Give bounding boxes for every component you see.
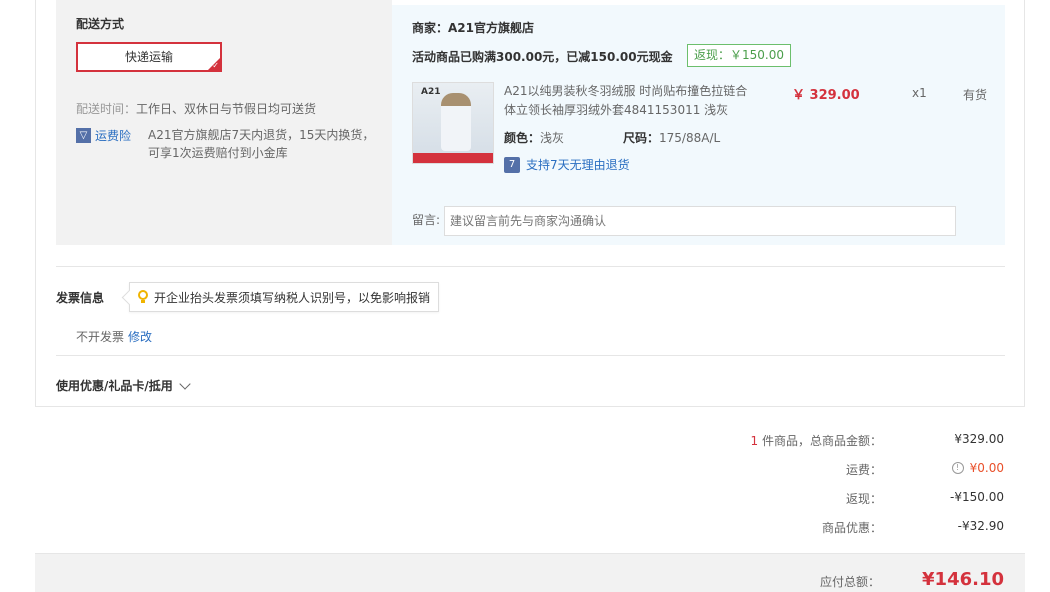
seven-day-return[interactable]: 7 支持7天无理由退货: [504, 156, 630, 173]
product-price: ￥ 329.00: [792, 88, 860, 103]
delivery-title: 配送方式: [76, 17, 125, 31]
size-value: 175/88A/L: [659, 131, 721, 145]
info-icon[interactable]: !: [951, 462, 964, 474]
seven-day-return-text[interactable]: 支持7天无理由退货: [526, 156, 630, 173]
rebate-value: -¥150.00: [950, 490, 1004, 504]
freight-value-wrap: ! ¥0.00: [951, 461, 1004, 475]
insurance-label[interactable]: 运费险: [95, 127, 131, 144]
goods-count-row: 1 件商品，总商品金额：: [751, 432, 882, 449]
goods-count-suffix: 件商品，总商品金额：: [758, 434, 882, 448]
promo-text: 活动商品已购满300.00元，已减150.00元现金: [412, 50, 673, 64]
shipping-method-option[interactable]: 快递运输 ✓: [76, 42, 222, 72]
goods-total: ¥329.00: [954, 432, 1004, 446]
freight-insurance[interactable]: ▽ 运费险: [76, 127, 131, 144]
color-value: 浅灰: [540, 131, 565, 145]
note-input[interactable]: [444, 206, 956, 236]
freight-label: 运费：: [845, 463, 882, 477]
rebate-label: 返现：: [845, 492, 882, 506]
delivery-time-value: 工作日、双休日与节假日均可送货: [136, 102, 317, 116]
insurance-description: A21官方旗舰店7天内退货，15天内换货，可享1次运费赔付到小金库: [148, 128, 375, 160]
delivery-time-label: 配送时间：: [76, 102, 137, 116]
coupon-toggle[interactable]: 使用优惠/礼品卡/抵用: [56, 377, 191, 394]
discount-value: -¥32.90: [957, 519, 1004, 533]
insurance-icon: ▽: [76, 128, 91, 143]
invoice-tip: 开企业抬头发票须填写纳税人识别号，以免影响报销: [129, 282, 440, 312]
thumbnail-strip: [413, 153, 493, 163]
product-thumbnail[interactable]: A21: [412, 82, 494, 164]
merchant-name: 商家：A21官方旗舰店: [412, 21, 534, 35]
rebate-badge: 返现：￥150.00: [687, 44, 791, 67]
invoice-status: 不开发票: [76, 330, 125, 344]
discount-label: 商品优惠：: [821, 521, 882, 535]
lightbulb-icon: [138, 290, 148, 304]
total-amount: ¥146.10: [922, 569, 1004, 590]
divider: [56, 355, 1005, 356]
product-size: 尺码：175/88A/L: [623, 129, 720, 146]
color-label: 颜色：: [504, 131, 541, 145]
product-title[interactable]: A21以纯男装秋冬羽绒服 时尚贴布撞色拉链合体立领长袖厚羽绒外套48411530…: [504, 82, 754, 120]
thumbnail-brand: A21: [421, 87, 441, 97]
size-label: 尺码：: [623, 131, 660, 145]
invoice-tip-text: 开企业抬头发票须填写纳税人识别号，以免影响报销: [154, 290, 431, 305]
product-color: 颜色：浅灰: [504, 129, 564, 146]
thumbnail-figure: [441, 93, 471, 151]
note-label: 留言:: [412, 213, 441, 227]
freight-value: ¥0.00: [969, 461, 1004, 475]
shipping-method-label: 快递运输: [124, 50, 173, 64]
delivery-panel: 配送方式 快递运输 ✓ 配送时间：工作日、双休日与节假日均可送货 ▽ 运费险 A…: [56, 0, 392, 245]
payment-footer: 应付总额： ¥146.10: [35, 553, 1025, 592]
stock-status: 有货: [963, 88, 988, 102]
divider: [56, 266, 1005, 267]
delivery-time: 配送时间：工作日、双休日与节假日均可送货: [76, 100, 316, 117]
seven-day-return-icon: 7: [504, 156, 520, 173]
order-card: 配送方式 快递运输 ✓ 配送时间：工作日、双休日与节假日均可送货 ▽ 运费险 A…: [35, 0, 1025, 407]
invoice-edit-link[interactable]: 修改: [128, 328, 152, 345]
chevron-down-icon: [179, 377, 191, 390]
check-icon: ✓: [212, 61, 219, 70]
product-quantity: x1: [912, 86, 927, 100]
coupon-title: 使用优惠/礼品卡/抵用: [56, 379, 173, 393]
shop-panel: 商家：A21官方旗舰店 活动商品已购满300.00元，已减150.00元现金 返…: [392, 5, 1005, 245]
total-label: 应付总额：: [819, 575, 880, 589]
invoice-title: 发票信息: [56, 291, 105, 305]
